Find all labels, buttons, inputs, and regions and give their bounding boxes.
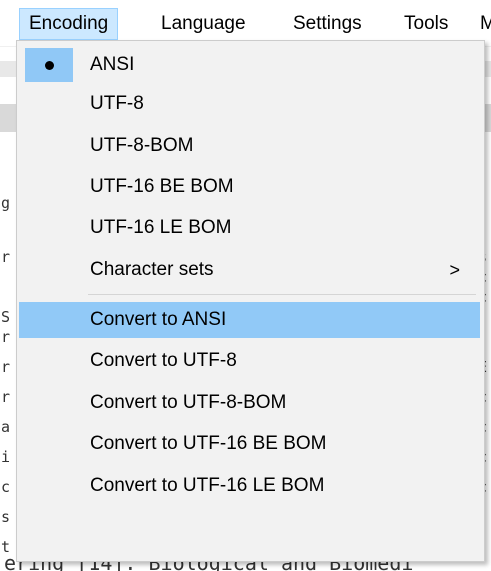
left-char: r xyxy=(1,358,11,376)
menu-item-label: Convert to UTF-16 BE BOM xyxy=(90,433,327,454)
menu-item-label: Character sets xyxy=(90,259,214,280)
left-char: s xyxy=(1,508,11,526)
radio-bullet-icon xyxy=(45,61,54,70)
left-char: r xyxy=(1,248,11,266)
menu-language[interactable]: Language xyxy=(152,8,255,40)
menu-item-label: Convert to UTF-16 LE BOM xyxy=(90,475,325,496)
menu-item-utf16-le-bom[interactable]: UTF-16 LE BOM xyxy=(19,210,480,246)
menu-separator xyxy=(88,294,476,295)
left-char: c xyxy=(1,478,11,496)
left-char: i xyxy=(1,448,11,466)
menu-item-convert-to-utf16-be-bom[interactable]: Convert to UTF-16 BE BOM xyxy=(19,426,480,462)
menu-tools[interactable]: Tools xyxy=(395,8,457,40)
menu-more[interactable]: M xyxy=(471,8,491,40)
checked-indicator xyxy=(25,48,73,82)
menu-item-label: ANSI xyxy=(90,54,135,75)
left-char: a xyxy=(1,418,11,436)
left-char: r xyxy=(1,328,11,346)
menu-settings[interactable]: Settings xyxy=(284,8,371,40)
menu-item-convert-to-ansi[interactable]: Convert to ANSI xyxy=(19,302,480,338)
menu-item-utf8-bom[interactable]: UTF-8-BOM xyxy=(19,128,480,164)
left-char: g xyxy=(1,194,11,212)
submenu-arrow-icon: > xyxy=(449,260,460,280)
encoding-dropdown-menu: ANSI UTF-8 UTF-8-BOM UTF-16 BE BOM UTF-1… xyxy=(16,40,485,562)
menu-item-utf8[interactable]: UTF-8 xyxy=(19,86,480,122)
left-char: r xyxy=(1,388,11,406)
menu-item-convert-to-utf8-bom[interactable]: Convert to UTF-8-BOM xyxy=(19,385,480,421)
menu-item-ansi[interactable]: ANSI xyxy=(19,47,480,83)
menu-item-utf16-be-bom[interactable]: UTF-16 BE BOM xyxy=(19,169,480,205)
menu-item-label: Convert to ANSI xyxy=(90,309,227,330)
menu-item-label: UTF-8 xyxy=(90,93,144,114)
menu-item-label: Convert to UTF-8 xyxy=(90,350,237,371)
menu-item-label: UTF-16 BE BOM xyxy=(90,176,234,197)
menu-encoding[interactable]: Encoding xyxy=(19,8,119,40)
menu-item-label: UTF-8-BOM xyxy=(90,135,194,156)
menu-item-character-sets[interactable]: Character sets > xyxy=(19,252,480,288)
menu-item-label: UTF-16 LE BOM xyxy=(90,217,232,238)
menu-item-label: Convert to UTF-8-BOM xyxy=(90,392,287,413)
menu-item-convert-to-utf8[interactable]: Convert to UTF-8 xyxy=(19,343,480,379)
menu-item-convert-to-utf16-le-bom[interactable]: Convert to UTF-16 LE BOM xyxy=(19,468,480,504)
left-char: S xyxy=(1,308,11,326)
